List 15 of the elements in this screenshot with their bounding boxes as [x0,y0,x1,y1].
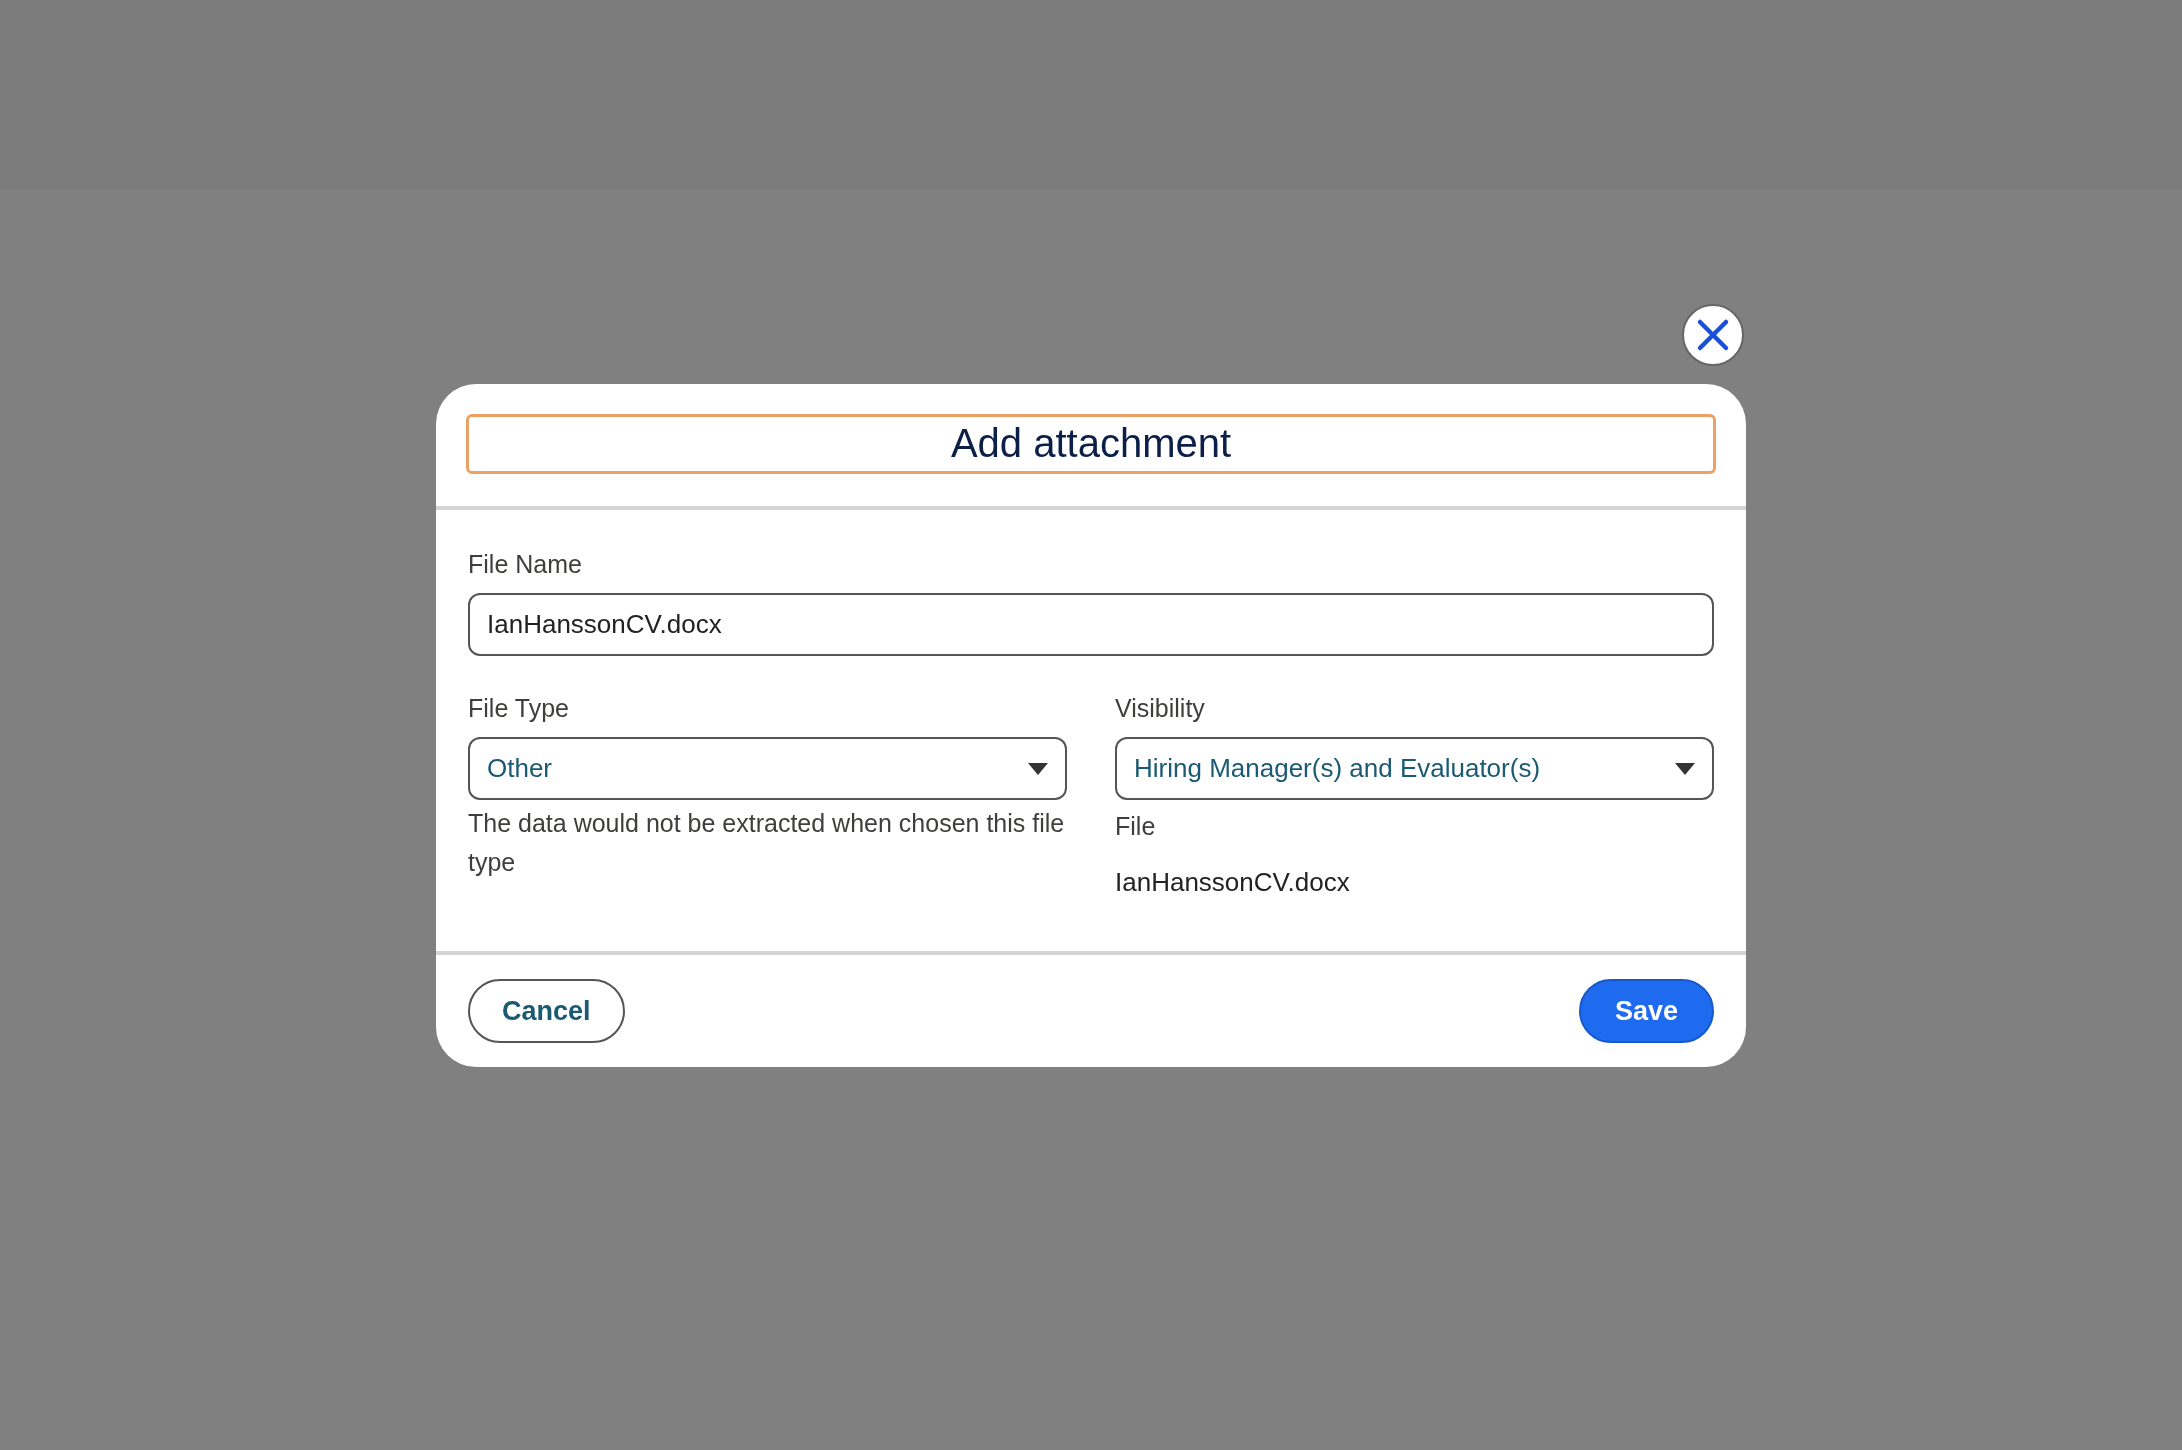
caret-icon [1028,762,1048,775]
file-name-field[interactable]: IanHanssonCV.docx [468,593,1714,656]
field-label: File [1115,812,1157,841]
cancel-button[interactable]: Cancel [468,979,625,1043]
save-button[interactable]: Save [1578,979,1714,1043]
help-text: The data would not be extracted when chosen this file type [468,808,1066,878]
file-type-dropdown[interactable]: Other [468,737,1067,800]
close-icon [1696,318,1730,352]
file-name-text: IanHanssonCV.docx [1115,867,1351,898]
field-label: Visibility [1115,694,1206,723]
dialog-title: Add attachment [466,414,1716,474]
field-label: File Name [468,550,583,579]
caret-icon [1675,762,1695,775]
field-label: File Type [468,694,570,723]
visibility-dropdown[interactable]: Hiring Manager(s) and Evaluator(s) [1115,737,1714,800]
